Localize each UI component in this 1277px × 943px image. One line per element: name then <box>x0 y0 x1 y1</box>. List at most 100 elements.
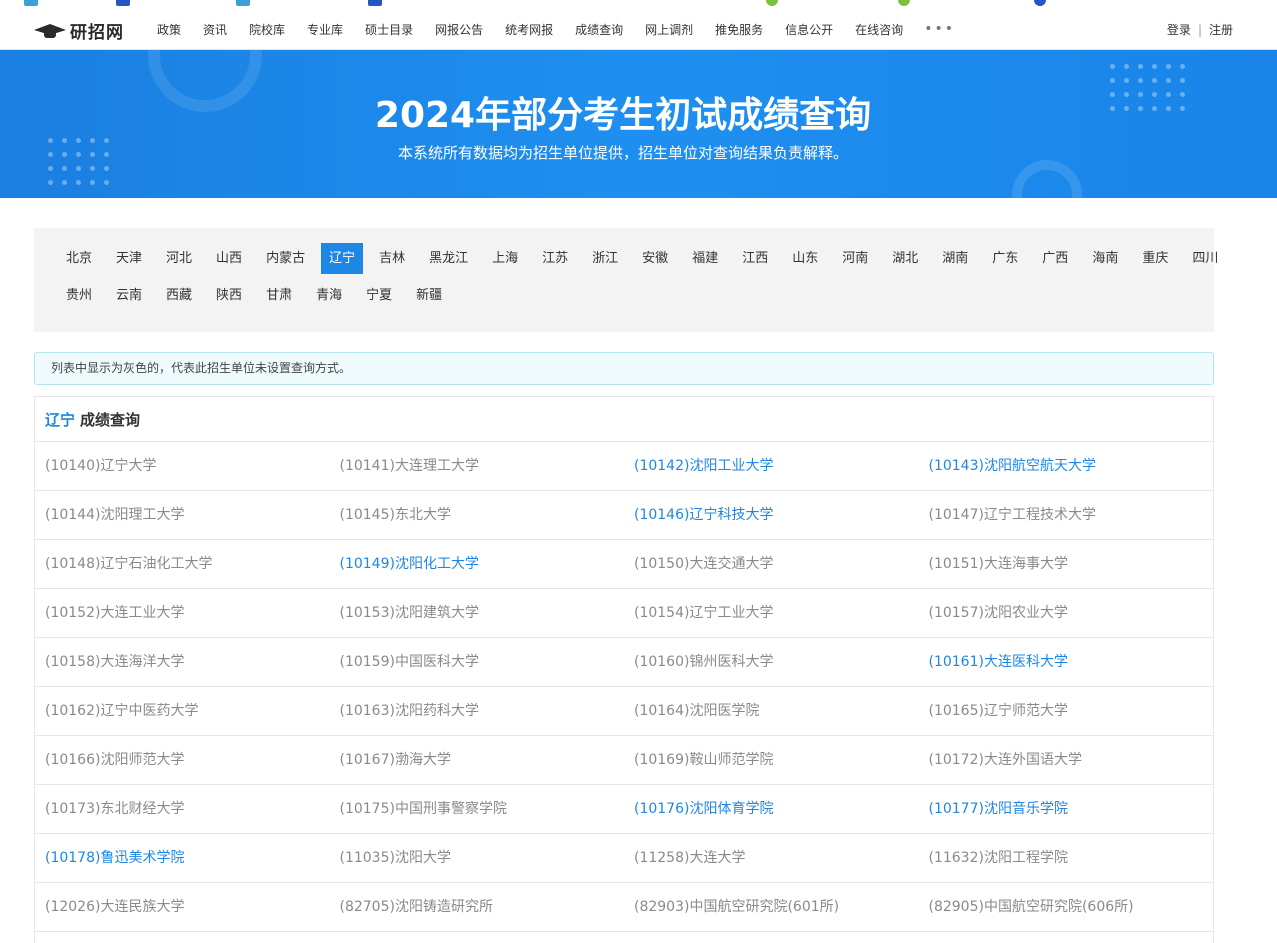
province-tab[interactable]: 山东 <box>784 243 826 274</box>
province-tab[interactable]: 宁夏 <box>358 280 400 311</box>
nav-item[interactable]: 专业库 <box>307 21 343 38</box>
nav-item[interactable]: 推免服务 <box>715 21 763 38</box>
decorative-dot <box>1166 78 1171 83</box>
decorative-dot <box>1152 64 1157 69</box>
province-tab[interactable]: 河南 <box>834 243 876 274</box>
province-tab[interactable]: 海南 <box>1084 243 1126 274</box>
table-row: (10158)大连海洋大学 (10159)中国医科大学 (10160)锦州医科大学 (… <box>35 638 1213 687</box>
province-tab[interactable]: 新疆 <box>408 280 450 311</box>
university-link[interactable]: (10149)沈阳化工大学 <box>330 540 625 588</box>
province-tab[interactable]: 山西 <box>208 243 250 274</box>
decorative-dot <box>1110 78 1115 83</box>
table-row: (10173)东北财经大学 (10175)中国刑事警察学院 (10176)沈阳体育学… <box>35 785 1213 834</box>
more-menu-icon[interactable]: ••• <box>924 21 955 37</box>
university-name: (10160)锦州医科大学 <box>634 654 774 670</box>
info-notice: 列表中显示为灰色的，代表此招生单位未设置查询方式。 <box>34 352 1214 385</box>
table-row: (10144)沈阳理工大学 (10145)东北大学 (10146)辽宁科技大学 (10… <box>35 491 1213 540</box>
nav-item[interactable]: 网报公告 <box>435 21 483 38</box>
decorative-dot <box>1110 64 1115 69</box>
university-link[interactable]: (10178)鲁迅美术学院 <box>35 834 330 882</box>
site-logo[interactable]: 研招网 <box>34 20 124 43</box>
nav-item[interactable]: 政策 <box>157 21 181 38</box>
bookmark-icon[interactable] <box>1034 0 1046 6</box>
province-tab[interactable]: 福建 <box>684 243 726 274</box>
nav-item[interactable]: 统考网报 <box>505 21 553 38</box>
province-tab[interactable]: 云南 <box>108 280 150 311</box>
province-tab[interactable]: 湖北 <box>884 243 926 274</box>
bookmark-icon[interactable] <box>236 0 250 6</box>
bookmark-icon[interactable] <box>368 0 382 6</box>
university-name: (10169)鞍山师范学院 <box>634 752 774 768</box>
province-tab[interactable]: 四川 <box>1184 243 1226 274</box>
province-selector: 北京 天津 河北 山西 内蒙古 辽宁 吉林 黑龙江 上海 江苏 浙江 安徽 福建 江西 山东 河南 湖北 湖南 广东… <box>34 228 1218 332</box>
university-link[interactable]: (10142)沈阳工业大学 <box>624 442 919 490</box>
university-link[interactable]: (10143)沈阳航空航天大学 <box>919 442 1214 490</box>
register-link[interactable]: 注册 <box>1209 21 1233 38</box>
login-link[interactable]: 登录 <box>1167 21 1191 38</box>
decorative-dot <box>62 180 67 185</box>
nav-item[interactable]: 成绩查询 <box>575 21 623 38</box>
nav-item[interactable]: 信息公开 <box>785 21 833 38</box>
bookmark-icon[interactable] <box>116 0 130 6</box>
university-link[interactable]: (10146)辽宁科技大学 <box>624 491 919 539</box>
page-banner: 2024年部分考生初试成绩查询 本系统所有数据均为招生单位提供，招生单位对查询结… <box>0 50 1277 198</box>
province-tab[interactable]: 辽宁 <box>321 243 364 274</box>
province-tab[interactable]: 安徽 <box>634 243 676 274</box>
university-name: (10148)辽宁石油化工大学 <box>45 556 213 572</box>
province-tab[interactable]: 北京 <box>58 243 100 274</box>
university-name: (10159)中国医科大学 <box>339 654 479 670</box>
province-tab[interactable]: 重庆 <box>1134 243 1176 274</box>
bookmark-icon[interactable] <box>898 0 910 6</box>
results-panel: 辽宁 成绩查询 (10140)辽宁大学 (10141)大连理工大学 (10142)沈… <box>34 396 1214 943</box>
university-name: (10172)大连外国语大学 <box>928 752 1082 768</box>
province-tab[interactable]: 上海 <box>484 243 526 274</box>
province-tab[interactable]: 江西 <box>734 243 776 274</box>
university-name: (10158)大连海洋大学 <box>45 654 185 670</box>
decorative-dot <box>104 166 109 171</box>
province-tab[interactable]: 广西 <box>1034 243 1076 274</box>
province-tab[interactable]: 天津 <box>108 243 150 274</box>
province-tab[interactable]: 陕西 <box>208 280 250 311</box>
top-navigation: 研招网 政策 资讯 院校库 专业库 硕士目录 网报公告 统考网报 成绩查询 网上调剂 推免服务 信息… <box>0 8 1277 50</box>
university-name: (82903)中国航空研究院(601所) <box>634 899 840 915</box>
province-tab[interactable]: 贵州 <box>58 280 100 311</box>
university-name: (10150)大连交通大学 <box>634 556 774 572</box>
page-subtitle: 本系统所有数据均为招生单位提供，招生单位对查询结果负责解释。 <box>397 144 848 162</box>
university-link[interactable]: (10176)沈阳体育学院 <box>624 785 919 833</box>
university-name: (10151)大连海事大学 <box>928 556 1068 572</box>
results-header: 辽宁 成绩查询 <box>35 397 1213 442</box>
nav-item[interactable]: 在线咨询 <box>855 21 903 38</box>
nav-item[interactable]: 院校库 <box>249 21 285 38</box>
university-name: (10145)东北大学 <box>339 507 451 523</box>
university-link[interactable]: (10177)沈阳音乐学院 <box>919 785 1214 833</box>
university-link[interactable]: (10161)大连医科大学 <box>919 638 1214 686</box>
nav-item[interactable]: 资讯 <box>203 21 227 38</box>
university-name: (10175)中国刑事警察学院 <box>339 801 507 817</box>
bookmark-icon[interactable] <box>766 0 778 6</box>
university-name: (11035)沈阳大学 <box>339 850 451 866</box>
province-tab[interactable]: 吉林 <box>371 243 413 274</box>
province-tab[interactable]: 甘肃 <box>258 280 300 311</box>
university-name: (11632)沈阳工程学院 <box>928 850 1068 866</box>
province-tab[interactable]: 青海 <box>308 280 350 311</box>
province-tab[interactable]: 西藏 <box>158 280 200 311</box>
results-title: 成绩查询 <box>80 410 141 429</box>
university-name: (10152)大连工业大学 <box>45 605 185 621</box>
province-tab[interactable]: 内蒙古 <box>258 243 313 274</box>
province-tab[interactable]: 江苏 <box>534 243 576 274</box>
decorative-dot <box>1124 64 1129 69</box>
province-tab[interactable]: 湖南 <box>934 243 976 274</box>
decorative-dot <box>1166 64 1171 69</box>
university-name: (10154)辽宁工业大学 <box>634 605 774 621</box>
bookmark-icon[interactable] <box>24 0 38 6</box>
province-tab[interactable]: 广东 <box>984 243 1026 274</box>
province-tab[interactable]: 浙江 <box>584 243 626 274</box>
decorative-dot <box>48 166 53 171</box>
province-tab[interactable]: 黑龙江 <box>421 243 476 274</box>
nav-item[interactable]: 硕士目录 <box>365 21 413 38</box>
table-row: (12026)大连民族大学 (82705)沈阳铸造研究所 (82903)中国航空研究… <box>35 883 1213 932</box>
province-tab[interactable]: 河北 <box>158 243 200 274</box>
decorative-dot <box>1152 78 1157 83</box>
nav-item[interactable]: 网上调剂 <box>645 21 693 38</box>
university-name: (10141)大连理工大学 <box>339 458 479 474</box>
